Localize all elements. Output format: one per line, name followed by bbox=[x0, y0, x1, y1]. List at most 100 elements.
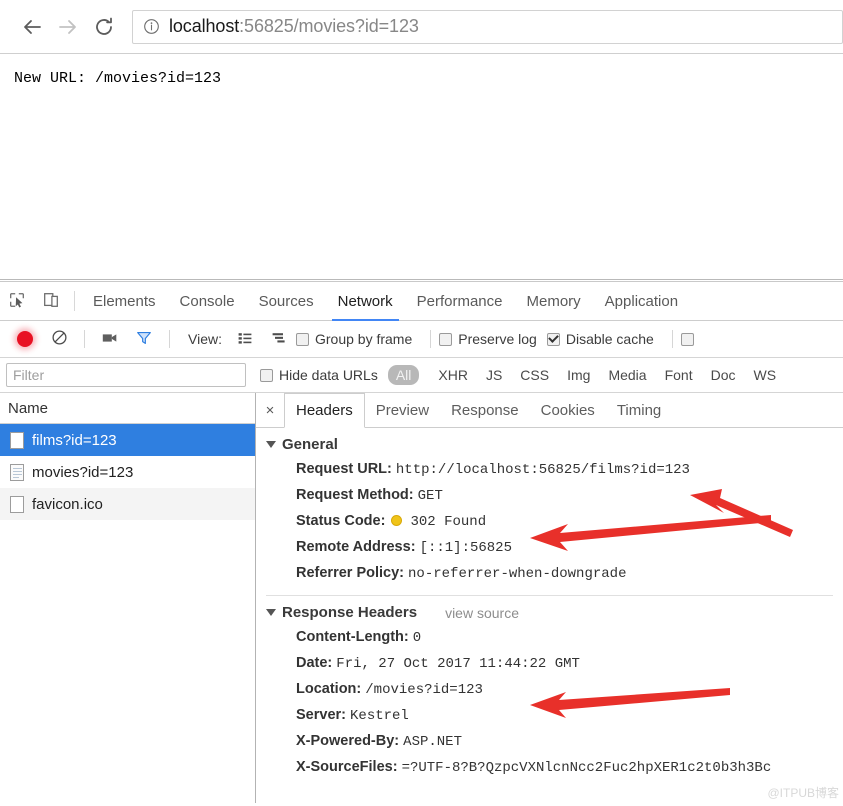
type-filter-media[interactable]: Media bbox=[600, 365, 654, 385]
tab-performance-label: Performance bbox=[416, 292, 503, 310]
detail-tabbar: × Headers Preview Response Cookies Timin… bbox=[256, 393, 843, 428]
tab-cookies-label: Cookies bbox=[540, 401, 595, 419]
type-filter-img[interactable]: Img bbox=[559, 365, 598, 385]
toolbar-divider-2 bbox=[169, 330, 170, 348]
status-badge: 302 Found bbox=[410, 514, 487, 530]
response-headers-section-header[interactable]: Response Headers view source bbox=[256, 604, 843, 621]
tab-memory[interactable]: Memory bbox=[515, 282, 593, 320]
tab-console[interactable]: Console bbox=[168, 282, 247, 320]
view-list-button[interactable] bbox=[228, 330, 262, 349]
filter-funnel-icon bbox=[135, 329, 153, 350]
type-filter-xhr[interactable]: XHR bbox=[430, 365, 476, 385]
tab-preview[interactable]: Preview bbox=[365, 393, 440, 427]
tab-performance[interactable]: Performance bbox=[405, 282, 515, 320]
url-path: :56825/movies?id=123 bbox=[239, 16, 419, 36]
disable-cache-checkbox[interactable] bbox=[546, 332, 560, 346]
type-filter-all[interactable]: All bbox=[387, 365, 420, 385]
preserve-log-toggle[interactable]: Preserve log bbox=[439, 331, 537, 347]
header-value: Fri, 27 Oct 2017 11:44:22 GMT bbox=[336, 656, 580, 672]
view-label: View: bbox=[188, 331, 222, 347]
filter-button[interactable] bbox=[127, 329, 161, 350]
tab-application-label: Application bbox=[604, 292, 679, 310]
header-name: Remote Address: bbox=[296, 539, 416, 555]
record-button[interactable] bbox=[8, 331, 42, 347]
header-name: Server: bbox=[296, 707, 346, 723]
disable-cache-toggle[interactable]: Disable cache bbox=[546, 331, 654, 347]
record-button-icon bbox=[17, 331, 33, 347]
view-list-icon bbox=[237, 330, 253, 349]
header-name: Request URL: bbox=[296, 461, 392, 477]
tab-timing-label: Timing bbox=[616, 401, 662, 419]
tab-timing[interactable]: Timing bbox=[606, 393, 672, 427]
section-divider bbox=[266, 595, 833, 596]
tab-headers[interactable]: Headers bbox=[284, 393, 365, 428]
type-filter-js[interactable]: JS bbox=[478, 365, 510, 385]
hide-data-urls-checkbox[interactable] bbox=[260, 368, 273, 382]
tab-elements[interactable]: Elements bbox=[81, 282, 168, 320]
tab-cookies[interactable]: Cookies bbox=[530, 393, 606, 427]
headers-content: General Request URL: http://localhost:56… bbox=[256, 428, 843, 803]
type-filter-ws[interactable]: WS bbox=[746, 365, 785, 385]
requests-column-header[interactable]: Name bbox=[0, 393, 255, 424]
hide-data-urls-toggle[interactable]: Hide data URLs bbox=[260, 367, 378, 383]
header-name: X-Powered-By: bbox=[296, 733, 400, 749]
preserve-log-checkbox[interactable] bbox=[439, 332, 453, 346]
group-by-frame-toggle[interactable]: Group by frame bbox=[295, 331, 413, 347]
header-row-referrer-policy: Referrer Policy: no-referrer-when-downgr… bbox=[256, 561, 843, 587]
network-filterbar: Hide data URLs All XHR JS CSS Img Media … bbox=[0, 358, 843, 393]
tab-sources[interactable]: Sources bbox=[247, 282, 326, 320]
header-row-remote-address: Remote Address: [::1]:56825 bbox=[256, 535, 843, 561]
close-detail-button[interactable]: × bbox=[256, 393, 284, 427]
clear-button[interactable] bbox=[42, 329, 76, 349]
reload-button[interactable] bbox=[86, 9, 122, 45]
blank-file-icon bbox=[10, 431, 24, 449]
header-row-location: Location: /movies?id=123 bbox=[256, 677, 843, 703]
tabbar-divider bbox=[74, 291, 75, 311]
view-source-link[interactable]: view source bbox=[445, 605, 519, 621]
arrow-right-icon bbox=[56, 15, 80, 39]
header-name: Status Code: bbox=[296, 513, 386, 529]
page-viewport: New URL: /movies?id=123 bbox=[0, 54, 843, 280]
view-waterfall-button[interactable] bbox=[262, 330, 296, 349]
header-value: 0 bbox=[412, 630, 422, 646]
forward-button[interactable] bbox=[50, 9, 86, 45]
offline-checkbox[interactable] bbox=[680, 332, 694, 346]
capture-screenshots-icon bbox=[101, 329, 119, 350]
address-bar[interactable]: localhost:56825/movies?id=123 bbox=[132, 9, 843, 44]
page-body-text: New URL: /movies?id=123 bbox=[14, 70, 222, 87]
tab-response[interactable]: Response bbox=[440, 393, 530, 427]
table-row[interactable]: favicon.ico bbox=[0, 488, 255, 520]
reload-icon bbox=[92, 15, 116, 39]
url-host: localhost bbox=[169, 16, 240, 36]
capture-screenshots-button[interactable] bbox=[93, 329, 127, 350]
devtools-panel: Elements Console Sources Network Perform… bbox=[0, 281, 843, 803]
tab-network[interactable]: Network bbox=[326, 282, 405, 321]
response-headers-section-title: Response Headers bbox=[282, 604, 418, 621]
header-value: [::1]:56825 bbox=[419, 540, 512, 556]
header-name: Referrer Policy: bbox=[296, 565, 404, 581]
header-row-request-method: Request Method: GET bbox=[256, 483, 843, 509]
header-row-x-powered-by: X-Powered-By: ASP.NET bbox=[256, 729, 843, 755]
type-filter-css[interactable]: CSS bbox=[512, 365, 557, 385]
offline-toggle[interactable] bbox=[680, 332, 694, 346]
inspect-element-button[interactable] bbox=[0, 282, 34, 320]
general-section-header[interactable]: General bbox=[256, 436, 843, 453]
info-circle-icon[interactable] bbox=[143, 18, 160, 35]
filter-input[interactable] bbox=[6, 363, 246, 387]
tab-application[interactable]: Application bbox=[593, 282, 690, 320]
device-toolbar-button[interactable] bbox=[34, 282, 68, 320]
triangle-down-icon bbox=[266, 609, 276, 616]
header-name: Date: bbox=[296, 655, 333, 671]
group-by-frame-label: Group by frame bbox=[314, 331, 413, 347]
header-value: =?UTF-8?B?QzpcVXNlcnNcc2Fuc2hpXER1c2t0b3… bbox=[401, 760, 772, 776]
type-filter-font[interactable]: Font bbox=[657, 365, 701, 385]
type-filter-doc[interactable]: Doc bbox=[703, 365, 744, 385]
close-icon: × bbox=[265, 401, 275, 419]
header-value: no-referrer-when-downgrade bbox=[408, 566, 627, 582]
table-row[interactable]: films?id=123 bbox=[0, 424, 255, 456]
group-by-frame-checkbox[interactable] bbox=[295, 332, 309, 346]
back-button[interactable] bbox=[14, 9, 50, 45]
tab-memory-label: Memory bbox=[526, 292, 581, 310]
table-row[interactable]: movies?id=123 bbox=[0, 456, 255, 488]
request-name: movies?id=123 bbox=[32, 463, 134, 481]
